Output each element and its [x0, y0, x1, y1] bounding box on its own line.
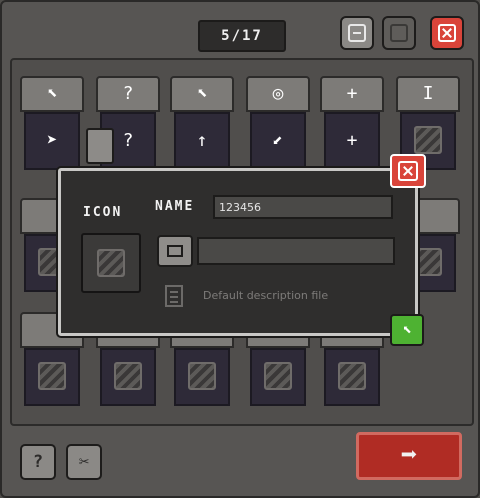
cursor-slot[interactable]: ◎ ⬋ [246, 76, 310, 176]
confirm-icon: ⬉ [402, 320, 412, 339]
empty-slot-icon [264, 362, 292, 390]
cursor-slot[interactable]: ⬉ ➤ [20, 76, 84, 176]
file-path-input[interactable] [197, 237, 395, 265]
browse-folder-button[interactable] [157, 235, 193, 267]
page-counter: 5/17 [198, 20, 286, 52]
document-icon [165, 285, 183, 307]
cursor-properties-dialog: ICON NAME 123456 Default description fil… [58, 168, 418, 336]
cursor-assigned-icon: ⬋ [250, 112, 306, 170]
cursor-editor-window: 5/17 ⬉ ➤ ? ? ⬉ ↑ ◎ ⬋ + + I ICON NAME 123… [0, 0, 480, 498]
name-label: NAME [155, 199, 195, 214]
cursor-empty-slot [324, 348, 380, 406]
cursor-empty-slot [100, 348, 156, 406]
maximize-button[interactable] [382, 16, 416, 50]
cursor-assigned-icon: ↑ [174, 112, 230, 170]
cursor-preview-icon: + [320, 76, 384, 112]
icon-preview[interactable] [81, 233, 141, 293]
description-file-label[interactable]: Default description file [203, 289, 328, 302]
minimize-icon [348, 24, 366, 42]
cursor-assigned-icon: + [324, 112, 380, 170]
cursor-preview-icon: ⬉ [20, 76, 84, 112]
help-button[interactable]: ? [20, 444, 56, 480]
cursor-empty-slot [24, 348, 80, 406]
empty-slot-icon [414, 126, 442, 154]
minimize-button[interactable] [340, 16, 374, 50]
name-input[interactable]: 123456 [213, 195, 393, 219]
cursor-preview-icon: ? [96, 76, 160, 112]
empty-icon [97, 249, 125, 277]
cursor-preview-icon: ◎ [246, 76, 310, 112]
close-icon [398, 161, 418, 181]
cursor-slot[interactable]: ⬉ ↑ [170, 76, 234, 176]
cursor-preview-icon: ⬉ [170, 76, 234, 112]
drag-handle[interactable] [86, 128, 114, 164]
apply-cursor-button[interactable]: ➡ [356, 432, 462, 480]
maximize-icon [390, 24, 408, 42]
empty-slot-icon [338, 362, 366, 390]
tools-icon: ✂ [78, 452, 90, 472]
empty-slot-icon [114, 362, 142, 390]
empty-slot-icon [188, 362, 216, 390]
tools-button[interactable]: ✂ [66, 444, 102, 480]
arrow-right-icon: ➡ [400, 438, 418, 471]
cursor-empty-slot [250, 348, 306, 406]
cursor-slot[interactable]: + + [320, 76, 384, 176]
cursor-assigned-icon: ➤ [24, 112, 80, 170]
dialog-close-button[interactable] [390, 154, 426, 188]
icon-label: ICON [83, 205, 123, 220]
cursor-preview-icon: I [396, 76, 460, 112]
close-window-button[interactable] [430, 16, 464, 50]
folder-icon [167, 245, 183, 257]
cursor-empty-slot [174, 348, 230, 406]
dialog-confirm-button[interactable]: ⬉ [390, 314, 424, 346]
close-icon [438, 24, 456, 42]
help-icon: ? [32, 452, 44, 472]
empty-slot-icon [38, 362, 66, 390]
empty-slot-icon [414, 248, 442, 276]
